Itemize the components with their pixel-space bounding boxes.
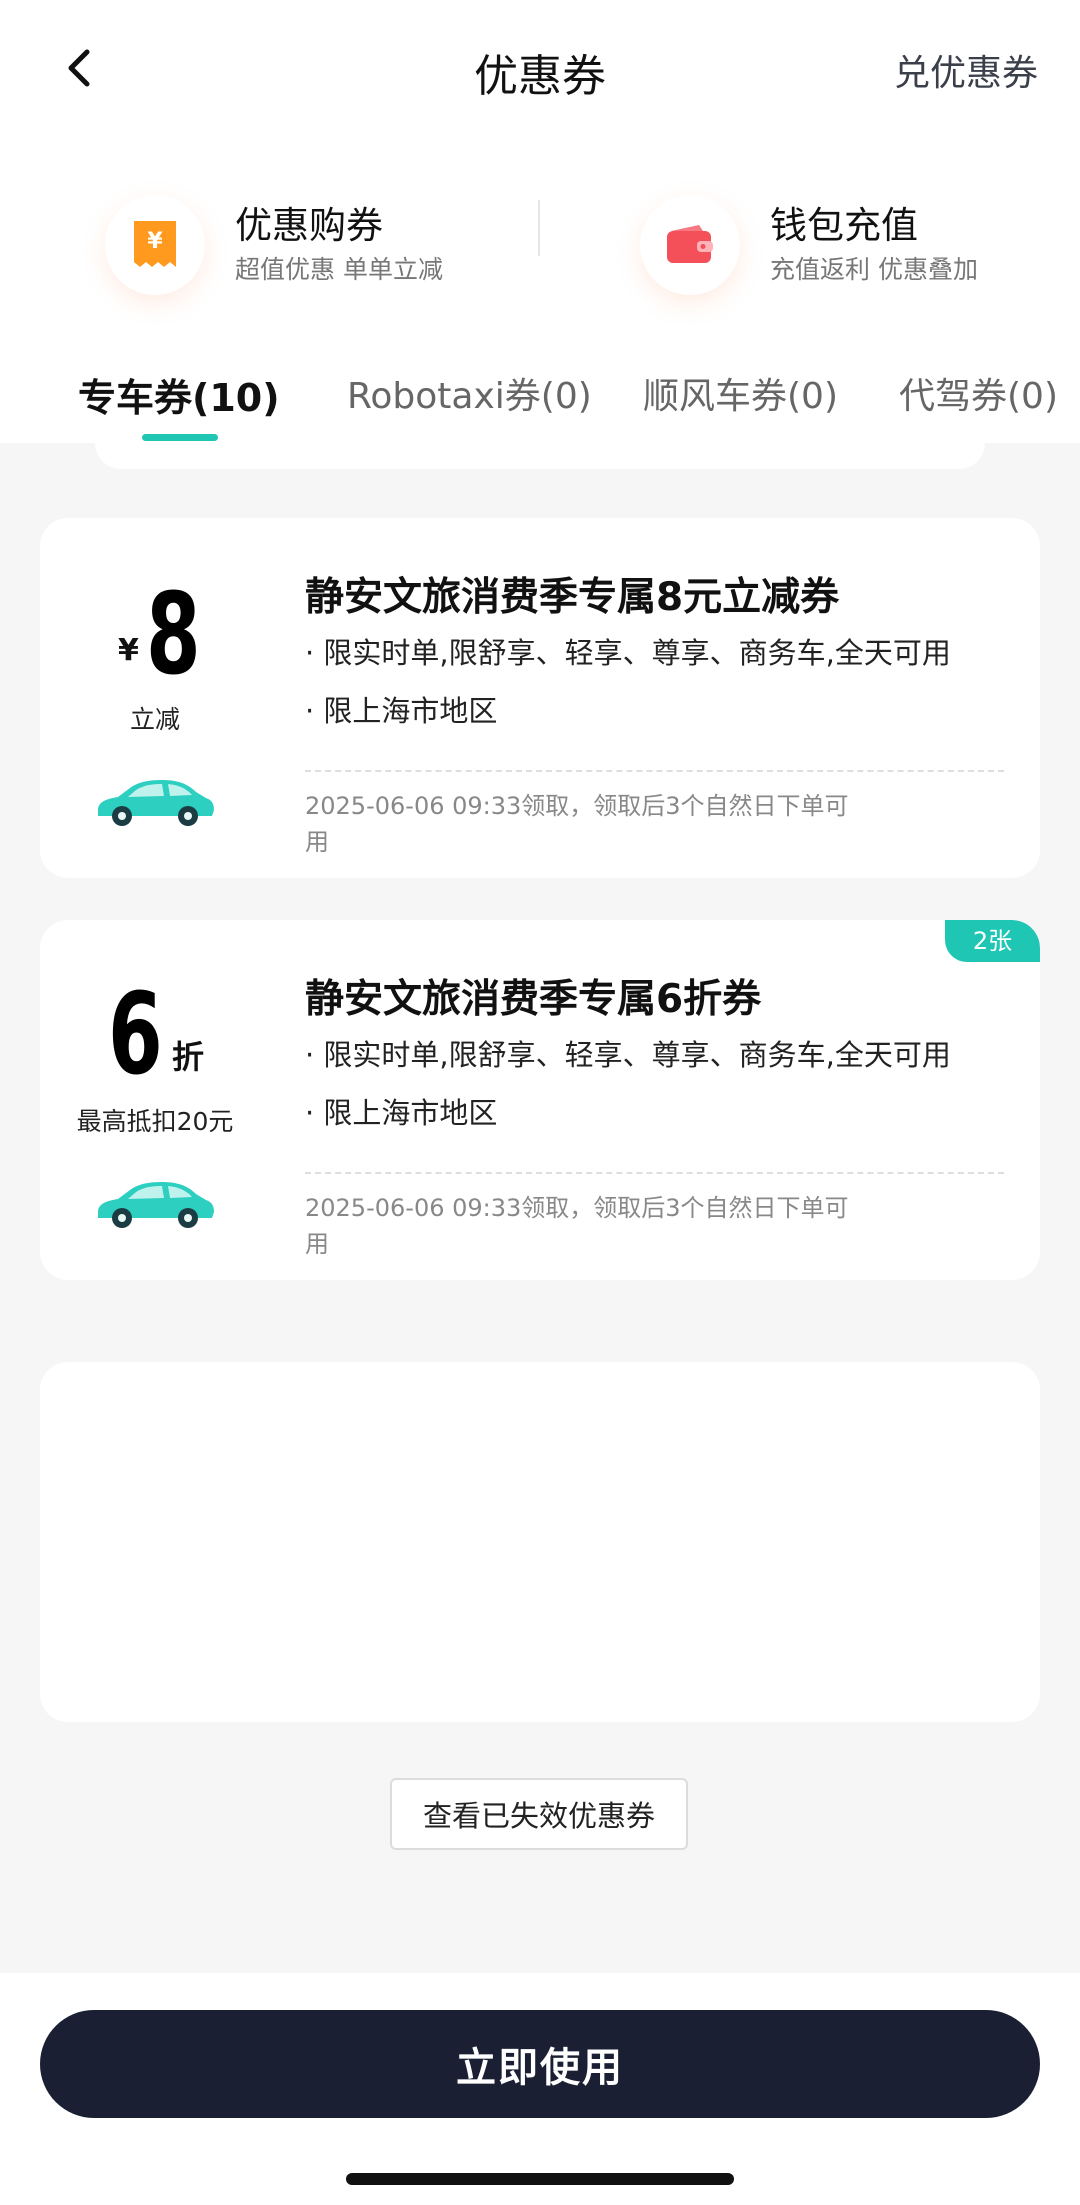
- promo-icon-wrap: [640, 195, 740, 295]
- promo-icon-wrap: ¥: [105, 195, 205, 295]
- coupon-amount: 8: [146, 570, 201, 700]
- coupon-rule: · 限上海市地区: [305, 694, 498, 728]
- coupon-card-placeholder: [40, 1362, 1040, 1722]
- coupon-value: 6 折: [40, 920, 270, 1120]
- nav-header: 优惠券 兑优惠券: [0, 0, 1080, 135]
- car-icon: [98, 1182, 214, 1228]
- promo-buy-coupon[interactable]: ¥ 优惠购券 超值优惠 单单立减: [105, 175, 443, 315]
- promo-subtitle: 充值返利 优惠叠加: [770, 255, 978, 284]
- promo-subtitle: 超值优惠 单单立减: [235, 255, 443, 284]
- coupon-footer: 2025-06-06 09:33领取，领取后3个自然日下单可用: [305, 792, 849, 856]
- promo-wallet-recharge[interactable]: 钱包充值 充值返利 优惠叠加: [640, 175, 978, 315]
- tab-premium-car[interactable]: 专车券(10): [78, 367, 280, 422]
- tab-carpool[interactable]: 顺风车券(0): [643, 367, 838, 419]
- home-indicator[interactable]: [346, 2173, 734, 2185]
- car-icon: [98, 780, 214, 826]
- promo-divider: [538, 200, 540, 256]
- coupon-value-sub: 立减: [129, 705, 180, 734]
- promo-title: 优惠购券: [235, 204, 383, 247]
- discount-unit: 折: [172, 1038, 205, 1076]
- currency-symbol: ¥: [118, 633, 139, 668]
- redeem-coupon-link[interactable]: 兑优惠券: [894, 44, 1038, 96]
- coupon-title: 静安文旅消费季专属6折券: [305, 977, 762, 1022]
- coupon-card[interactable]: ¥ 8 立减 静安文旅消费季专属8元立减券 · 限实时单,限舒享、轻享、尊享、商…: [40, 518, 1040, 878]
- quantity-badge: 2张: [945, 920, 1040, 962]
- wallet-icon: [667, 225, 713, 263]
- tab-panel-edge: [95, 443, 985, 469]
- tab-robotaxi[interactable]: Robotaxi券(0): [347, 367, 592, 419]
- coupon-value: ¥ 8: [40, 518, 270, 718]
- coupon-title: 静安文旅消费季专属8元立减券: [305, 575, 840, 620]
- svg-text:¥: ¥: [147, 229, 163, 254]
- coupon-rule: · 限实时单,限舒享、轻享、尊享、商务车,全天可用: [305, 1038, 951, 1072]
- coupon-tabs: 专车券(10) Robotaxi券(0) 顺风车券(0) 代驾券(0): [0, 335, 1080, 443]
- tab-designated-driver[interactable]: 代驾券(0): [899, 367, 1058, 419]
- dashed-divider: [305, 1172, 1004, 1174]
- view-expired-coupons-button[interactable]: 查看已失效优惠券: [390, 1778, 688, 1850]
- coupon-value-sub: 最高抵扣20元: [76, 1107, 234, 1136]
- coupon-rule: · 限上海市地区: [305, 1096, 498, 1130]
- yen-ticket-icon: ¥: [134, 221, 176, 267]
- coupon-rule: · 限实时单,限舒享、轻享、尊享、商务车,全天可用: [305, 636, 951, 670]
- coupon-card[interactable]: 2张 6 折 最高抵扣20元 静安文旅消费季专属6折券 · 限实时单,限舒享、轻…: [40, 920, 1040, 1280]
- coupon-footer: 2025-06-06 09:33领取，领取后3个自然日下单可用: [305, 1194, 849, 1258]
- use-now-button[interactable]: 立即使用: [40, 2010, 1040, 2118]
- promo-title: 钱包充值: [770, 204, 918, 247]
- coupon-amount: 6: [108, 970, 163, 1100]
- active-tab-indicator: [142, 434, 218, 441]
- dashed-divider: [305, 770, 1004, 772]
